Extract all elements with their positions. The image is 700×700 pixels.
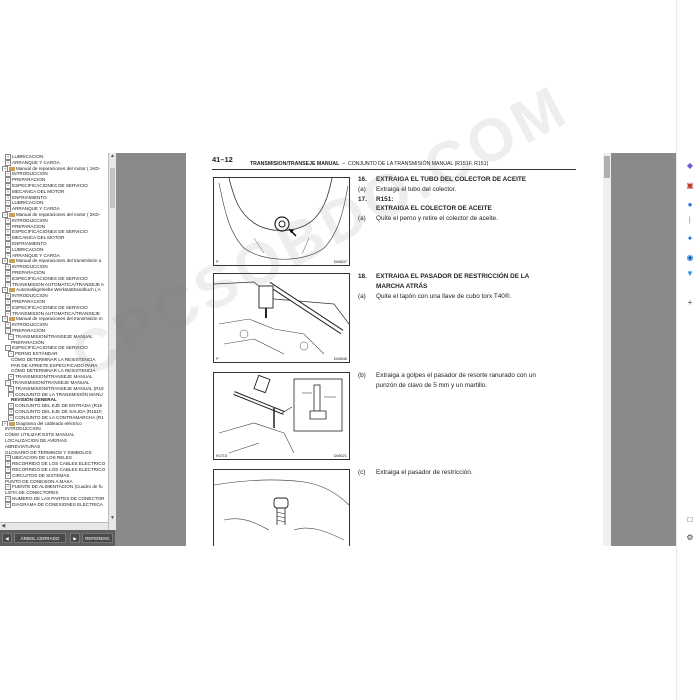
tree-item-label: MECANICA DEL MOTOR: [12, 189, 65, 194]
tree-item-label: PREPARACIÓN: [11, 339, 45, 345]
tree-item-label: MECANICA DEL MOTOR: [12, 235, 65, 241]
book-icon: [9, 259, 15, 264]
step-18c: (c) Extraiga el pasador de restricción.: [358, 469, 473, 476]
expand-icon[interactable]: +: [5, 501, 11, 508]
tree-item-label: CONJUNTO DEL EJE DE SALIDA (R151F,: [15, 409, 103, 415]
tree-item-label: ESPECIFICACIONES DE SERVICIO: [12, 304, 88, 310]
prev-arrow-icon[interactable]: ◀: [2, 533, 12, 543]
header-dash: –: [342, 161, 346, 167]
book-icon: [9, 212, 15, 217]
add-icon[interactable]: +: [685, 298, 695, 308]
tree-item-label: PREPARACION: [12, 223, 46, 229]
document-scrollbar[interactable]: [603, 153, 611, 546]
step-18b-cont: punzón de clavo de 5 mm y un martillo.: [376, 382, 488, 389]
browser-side-panel: ◆ ▣ ● │ ✦ ◉ ▼ + □ ⚙: [676, 0, 700, 700]
reference-button[interactable]: REFERENC: [82, 533, 113, 543]
step-18-title: 18. EXTRAIGA EL PASADOR DE RESTRICCIÓN DE…: [358, 273, 530, 280]
tree-item-label: LUBRICACION: [12, 154, 44, 160]
tree-item-label: INTRODUCCION: [12, 264, 48, 270]
tree-item-label: LOCALIZACION DE AVERIAS: [5, 438, 67, 444]
window-icon[interactable]: □: [685, 515, 695, 525]
briefcase-icon[interactable]: ▣: [685, 181, 695, 191]
step-18b: (b) Extraiga a golpes el pasador de resor…: [358, 372, 536, 379]
tree-item-label: INTRODUCCION: [12, 217, 48, 223]
tree-item-label: ENFRIAMIENTO: [12, 241, 47, 247]
tree-item-label: ESPECIFICACIONES DE SERVICIO: [12, 183, 88, 189]
figure-id: D08021: [333, 454, 347, 458]
tag-icon[interactable]: ◆: [685, 161, 695, 171]
tree-item-label: ENFRIAMIENTO: [12, 194, 47, 200]
tree-item-label: Manual de reparaciones del motor ( 2KD-: [16, 212, 101, 218]
horizontal-scrollbar[interactable]: ◀: [0, 522, 108, 530]
tree-item[interactable]: + DIAGRAMA DE CONEXIONES ELECTRICA: [0, 501, 108, 508]
book-icon: [9, 421, 15, 426]
tree-item-label: Manual de reparaciones del transmisión a: [16, 258, 102, 264]
copilot-icon[interactable]: ✦: [685, 234, 695, 244]
tree-item-label: INTRODUCCION: [12, 293, 48, 299]
tree-item-label: CONJUNTO DE LA TRANSMISIÓN MANU: [15, 391, 103, 397]
tree-item-label: TRANSMISION/TRANSEJE MANUAL: [15, 374, 93, 380]
tree-item-label: CÓMO UTILIZAR ESTE MANUAL: [5, 432, 75, 438]
tree-item-label: TRANSMISION/TRANSEJE MANUAL: [12, 380, 90, 386]
tree-item-label: ARRANQUE Y CARGA: [12, 206, 60, 212]
scroll-thumb[interactable]: [110, 168, 115, 208]
tree-item-label: GLOSARIO DE TERMINOS Y SIMBOLOS: [5, 449, 92, 455]
outlook-icon[interactable]: ◉: [685, 253, 695, 263]
tree-item-label: DIAGRAMA DE CONEXIONES ELECTRICA: [12, 502, 103, 508]
tree-item-label: RECORRIDO DE LOS CABLES ELECTRICO: [12, 461, 106, 467]
tree-item-label: FUENTE DE ALIMENTACION (Cuadro de fu: [12, 484, 103, 490]
book-icon: [9, 288, 15, 293]
book-icon: [9, 317, 15, 322]
tree-item-label: UBICACION DE LOS RELES: [12, 455, 72, 461]
bar-icon[interactable]: │: [685, 216, 695, 226]
tree-item-label: PREPARACION: [12, 328, 46, 334]
tree-item-label: CONJUNTO DE LA CONTRAMARCHA (R1: [15, 415, 104, 421]
step-18a: (a) Quite el tapón con una llave de cubo …: [358, 293, 512, 300]
figure-spring-pin: K0715 D08021: [213, 372, 350, 460]
tree-item-label: PERNO ESTÁNDAR: [15, 351, 58, 357]
tree-item-label: INTRODUCCION: [5, 426, 41, 432]
shop-icon[interactable]: ▼: [685, 269, 695, 279]
tree-item-label: RECORRIDO DE LOS CABLES ELECTRICO: [12, 467, 106, 473]
tree-item-label: Automatikgetriebe Werkstatthandbuch ( A: [16, 287, 101, 293]
tree-item-label: ESPECIFICACIONES DE SERVICIO: [12, 229, 88, 235]
tree-item-label: REVISIÓN GENERAL: [11, 397, 57, 403]
tree-item-label: ABREVIATURAS: [5, 443, 41, 449]
tree-item-label: CONJUNTO DEL EJE DE ENTRADA (R15: [15, 403, 103, 409]
tree-item-label: ARRANQUE Y CARGA: [12, 160, 60, 166]
figure-restriction-pin: [213, 469, 350, 546]
figure-p-label: P: [216, 356, 219, 361]
tree-item-label: LUBRICACION: [12, 200, 44, 206]
tree-item-label: CIRCUITOS DE SISTEMAS: [12, 473, 70, 479]
tree-item-label: NUMERO DE LAS PARTES DE CONECTOR: [12, 496, 105, 502]
tree-item-label: ESPECIFICACIONES DE SERVICIO: [12, 275, 88, 281]
document-scroll-thumb[interactable]: [604, 156, 610, 178]
settings-icon[interactable]: ⚙: [685, 533, 695, 543]
next-arrow-icon[interactable]: ▶: [70, 533, 80, 543]
tree-item-label: PREPARACION: [12, 177, 46, 183]
tree-closed-button[interactable]: ÁRBOL CERRADO: [14, 533, 66, 543]
tree-item-label: INTRODUCCION: [12, 171, 48, 177]
person-icon[interactable]: ●: [685, 200, 695, 210]
tree-item-label: ARRANQUE Y CARGA: [12, 252, 60, 258]
tree-item-label: PUNTO DE CONEXION A MASA: [5, 478, 73, 484]
tree-item-label: TRANSMISION AUTOMATICA/TRANSEJE A: [12, 281, 104, 287]
tree-item-label: LISTA DE CONECTORES: [5, 490, 59, 496]
book-icon: [9, 166, 15, 171]
tree-item-label: Diagrama del cableado eléctrico: [16, 420, 82, 426]
bottom-toolbar: ◀ ÁRBOL CERRADO ▶ REFERENC: [0, 530, 115, 546]
tree-item-label: PREPARACION: [12, 299, 46, 305]
scroll-up-icon[interactable]: ▲: [109, 153, 116, 160]
step-18-title-2: MARCHA ATRÁS: [376, 283, 428, 290]
header-section: TRANSMISION/TRANSEJE MANUAL: [250, 161, 340, 167]
figure-id: D08646: [333, 357, 347, 361]
tree-item-label: LUBRICACION: [12, 246, 44, 252]
tree-item-label: Manual de reparaciones del motor ( 1KD-: [16, 165, 101, 171]
tree-item-label: PREPARACION: [12, 270, 46, 276]
scroll-down-icon[interactable]: ▼: [109, 515, 116, 522]
figure-ref-label: K0715: [216, 454, 227, 458]
page-number: 41–12: [212, 155, 233, 164]
tree-item-label: INTRODUCCION: [12, 322, 48, 328]
